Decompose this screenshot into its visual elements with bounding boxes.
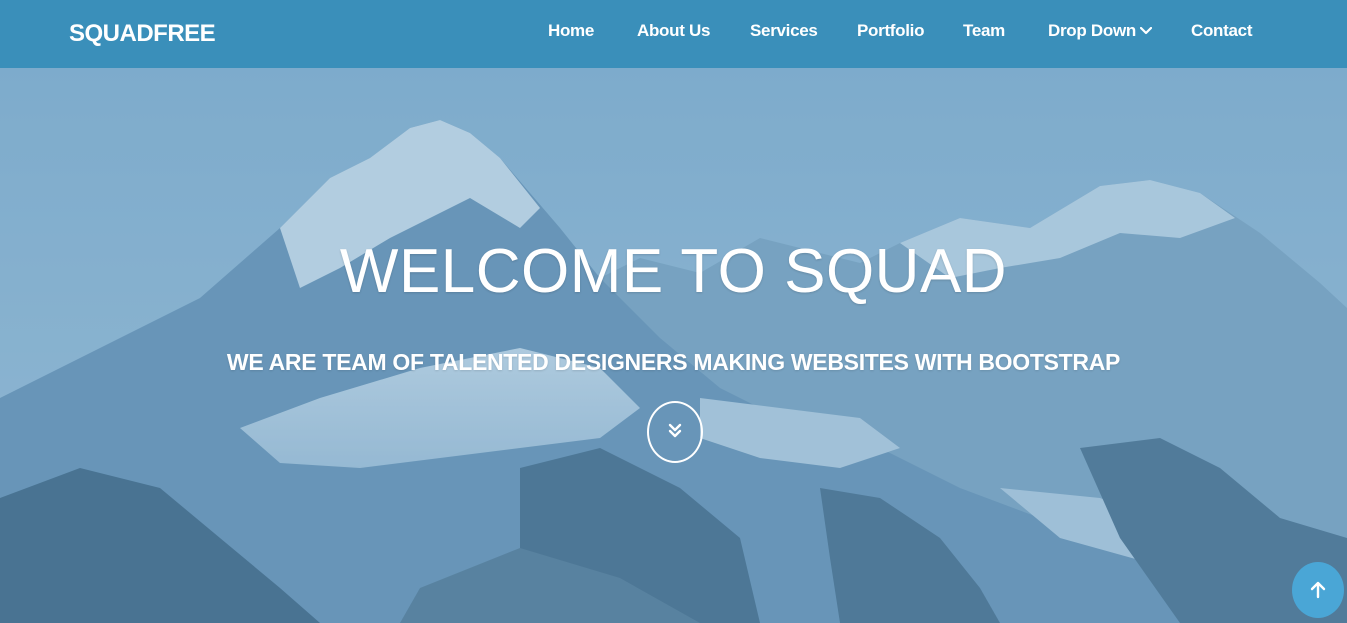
nav-item-services[interactable]: Services bbox=[750, 21, 818, 41]
nav-item-portfolio[interactable]: Portfolio bbox=[857, 21, 924, 41]
nav-item-about-us[interactable]: About Us bbox=[637, 21, 710, 41]
hero-title: WELCOME TO SQUAD bbox=[339, 237, 1008, 306]
nav-item-team[interactable]: Team bbox=[963, 21, 1005, 41]
scroll-down-button[interactable] bbox=[647, 401, 703, 463]
hero-background-mountains bbox=[0, 68, 1347, 623]
chevron-down-icon bbox=[1139, 20, 1153, 40]
nav-item-home[interactable]: Home bbox=[548, 21, 594, 41]
nav-item-contact[interactable]: Contact bbox=[1191, 21, 1252, 41]
navbar: SQUADFREE Home About Us Services Portfol… bbox=[0, 0, 1347, 68]
nav-item-drop-down-label: Drop Down bbox=[1048, 21, 1136, 40]
hero-subtitle: WE ARE TEAM OF TALENTED DESIGNERS MAKING… bbox=[226, 349, 1121, 375]
back-to-top-button[interactable] bbox=[1292, 562, 1344, 618]
brand-logo[interactable]: SQUADFREE bbox=[69, 20, 216, 48]
nav-item-drop-down[interactable]: Drop Down bbox=[1048, 20, 1153, 41]
arrow-up-icon bbox=[1310, 581, 1326, 599]
hero-section: WELCOME TO SQUAD WE ARE TEAM OF TALENTED… bbox=[0, 68, 1347, 623]
double-chevron-down-icon bbox=[668, 423, 682, 438]
